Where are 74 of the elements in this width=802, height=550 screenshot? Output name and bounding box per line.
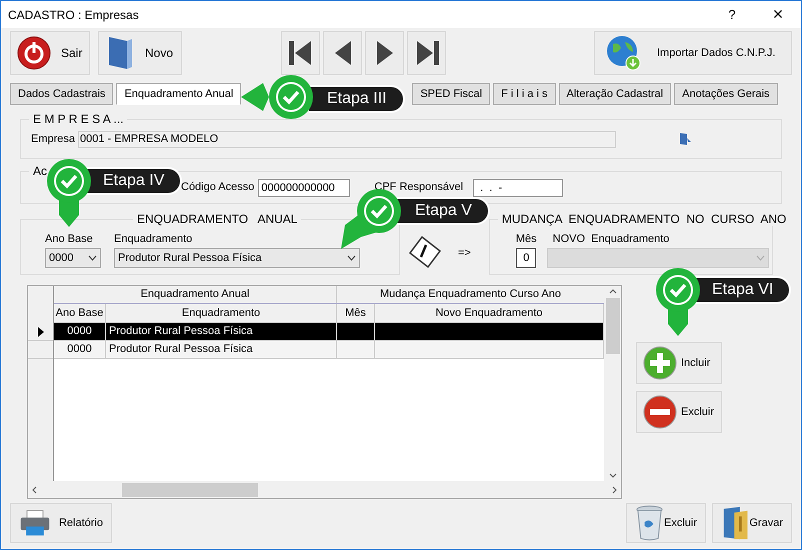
column-group-header: Enquadramento Anual — [54, 286, 337, 303]
chevron-down-icon — [88, 255, 97, 261]
callout-label: Etapa IV — [85, 167, 182, 195]
column-header: Enquadramento — [106, 304, 337, 322]
table-cell: Produtor Rural Pessoa Física — [106, 323, 337, 340]
trash-icon — [635, 504, 664, 542]
table-row[interactable]: 0000 Produtor Rural Pessoa Física — [54, 323, 604, 341]
vertical-scrollbar[interactable] — [604, 286, 621, 481]
chevron-down-icon — [347, 255, 356, 261]
exit-button[interactable]: Sair — [10, 31, 90, 75]
minus-icon — [643, 395, 677, 429]
field-label: Ano Base — [45, 232, 94, 246]
delete-button[interactable]: Excluir — [636, 391, 722, 433]
year-dropdown[interactable]: 0000 — [45, 248, 101, 268]
enquadramento-dropdown[interactable]: Produtor Rural Pessoa Física — [114, 248, 360, 268]
power-icon — [17, 36, 51, 70]
field-label: Mês — [516, 232, 537, 246]
access-code-field[interactable]: 000000000000 — [258, 178, 350, 196]
group-legend: E M P R E S A ... — [29, 112, 128, 126]
callout-label: Etapa VI — [694, 276, 792, 304]
book-icon — [679, 132, 691, 146]
navigation-button[interactable] — [323, 31, 362, 75]
globe-download-icon — [605, 34, 643, 72]
navigation-button[interactable] — [407, 31, 446, 75]
navigation-button[interactable] — [365, 31, 404, 75]
new-button[interactable]: Novo — [98, 31, 182, 75]
check-pin-icon — [654, 266, 702, 338]
column-group-header: Mudança Enquadramento Curso Ano — [337, 286, 604, 303]
delete-button[interactable]: Excluir — [626, 503, 706, 543]
window-title: CADASTRO : Empresas — [8, 6, 139, 24]
cpf-field[interactable]: . . - — [473, 178, 564, 196]
tab[interactable]: SPED Fiscal — [412, 83, 490, 105]
field-label: NOVO Enquadramento — [552, 232, 670, 246]
close-button[interactable]: × — [755, 1, 801, 28]
column-header: Ano Base — [54, 304, 106, 322]
table-cell: 0000 — [54, 323, 106, 340]
plus-icon — [643, 346, 677, 380]
field-label: CPF Responsável — [374, 180, 464, 196]
scroll-left-icon — [32, 486, 37, 494]
chevron-down-icon — [756, 255, 765, 261]
group-legend: ENQUADRAMENTO ANUAL — [133, 212, 302, 226]
field-label: Empresa — [31, 132, 76, 147]
folder-icon — [721, 504, 750, 542]
tab[interactable]: Dados Cadastrais — [10, 83, 114, 105]
tab[interactable]: Anotações Gerais — [674, 83, 778, 105]
arrow-text: => — [458, 246, 471, 261]
scroll-down-icon — [608, 473, 616, 478]
callout-label: Etapa III — [309, 85, 405, 113]
scroll-thumb[interactable] — [122, 482, 258, 496]
callout-label: Etapa V — [397, 197, 490, 225]
column-header: Mês — [337, 304, 375, 322]
column-header: Novo Enquadramento — [375, 304, 604, 322]
include-button[interactable]: Incluir — [636, 342, 722, 384]
table-cell: Produtor Rural Pessoa Física — [106, 341, 337, 358]
table-cell: 0000 — [54, 341, 106, 358]
field-label: Enquadramento — [114, 232, 194, 246]
report-button[interactable]: Relatório — [10, 503, 112, 543]
table-row[interactable]: 0000 Produtor Rural Pessoa Física — [54, 341, 604, 359]
scroll-right-icon — [612, 486, 617, 494]
tab[interactable]: F i l i a i s — [493, 83, 556, 105]
tab[interactable]: Enquadramento Anual — [116, 83, 242, 105]
pen-icon — [408, 235, 442, 269]
month-field[interactable]: 0 — [516, 248, 536, 268]
field-label: Código Acesso — [181, 180, 254, 196]
tab[interactable]: Alteração Cadastral — [558, 83, 672, 105]
horizontal-scrollbar[interactable] — [28, 481, 621, 498]
company-field[interactable]: 0001 - EMPRESA MODELO — [78, 130, 616, 148]
check-pin-icon — [45, 157, 93, 229]
save-button[interactable]: Gravar — [712, 503, 792, 543]
help-button[interactable]: ? — [709, 4, 755, 24]
scroll-thumb[interactable] — [606, 298, 620, 354]
import-button[interactable]: Importar Dados C.N.P.J. — [594, 31, 792, 75]
navigation-button[interactable] — [281, 31, 320, 75]
scroll-up-icon — [608, 289, 616, 294]
